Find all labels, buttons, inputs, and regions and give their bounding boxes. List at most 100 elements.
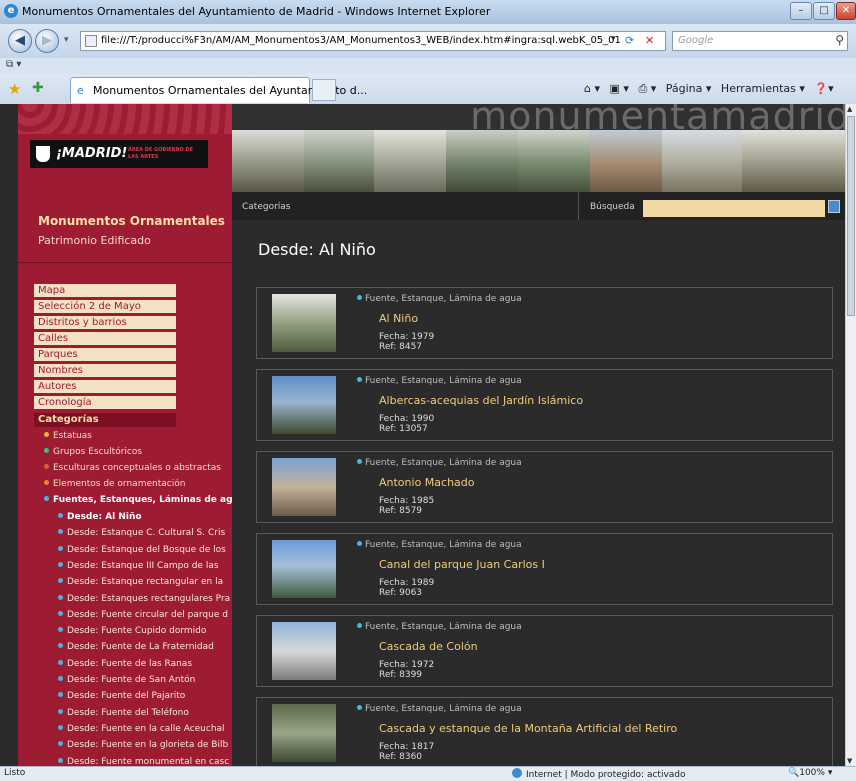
back-button[interactable]: ◀ (8, 29, 32, 53)
result-title[interactable]: Albercas-acequias del Jardín Islámico (379, 394, 583, 407)
desde-bullet-icon (58, 529, 63, 535)
menu-item-categorias[interactable]: Categorías (34, 413, 176, 427)
result-card[interactable]: Fuente, Estanque, Lámina de agua Albercas… (256, 369, 833, 441)
desde-item[interactable]: Desde: Fuente circular del parque d (58, 610, 228, 620)
result-card[interactable]: Fuente, Estanque, Lámina de agua Canal de… (256, 533, 833, 605)
history-dropdown-icon[interactable]: ▾ (64, 35, 69, 45)
menu-item-seleccion[interactable]: Selección 2 de Mayo (34, 300, 176, 314)
category-item[interactable]: Fuentes, Estanques, Láminas de agua (44, 495, 232, 505)
result-title[interactable]: Cascada de Colón (379, 640, 478, 653)
banner-photo-3 (374, 130, 446, 192)
security-zone[interactable]: Internet | Modo protegido: activado (512, 768, 686, 780)
category-search-bar: Categorías Búsqueda (232, 192, 845, 220)
result-thumbnail[interactable] (272, 294, 336, 352)
forward-button[interactable]: ▶ (35, 29, 59, 53)
desde-label: Desde: Al Niño (67, 512, 142, 522)
address-bar[interactable]: file:///T:/producci%F3n/AM/AM_Monumentos… (80, 31, 666, 51)
search-input[interactable]: Google ⚲ (672, 31, 848, 51)
page-icon (85, 35, 97, 47)
desde-item[interactable]: Desde: Estanque rectangular en la (58, 577, 223, 587)
address-url: file:///T:/producci%F3n/AM/AM_Monumentos… (101, 35, 621, 46)
sidebar-title[interactable]: Monumentos Ornamentales (38, 214, 225, 228)
desde-label: Desde: Fuente monumental en casc (67, 756, 230, 767)
add-favorite-icon[interactable]: ✚ (32, 80, 44, 96)
desde-item[interactable]: Desde: Fuente de San Antón (58, 675, 195, 685)
desde-item[interactable]: Desde: Estanques rectangulares Pra (58, 594, 230, 604)
home-icon[interactable]: ⌂ ▾ (584, 82, 600, 95)
menu-item-distritos[interactable]: Distritos y barrios (34, 316, 176, 330)
refresh-icon[interactable]: ⟳ (625, 34, 634, 47)
scrollbar-thumb[interactable] (847, 116, 855, 316)
category-item[interactable]: Esculturas conceptuales o abstractas (44, 463, 221, 473)
desde-bullet-icon (58, 545, 63, 551)
category-item[interactable]: Grupos Escultóricos (44, 447, 142, 457)
category-dot-icon (357, 377, 362, 382)
desde-item[interactable]: Desde: Estanque III Campo de las (58, 561, 219, 571)
desde-item[interactable]: Desde: Fuente Cupido dormido (58, 626, 206, 636)
menu-item-calles[interactable]: Calles (34, 332, 176, 346)
result-date: Fecha: 1989 (379, 578, 435, 588)
result-thumbnail[interactable] (272, 704, 336, 762)
desde-item[interactable]: Desde: Fuente del Teléfono (58, 708, 189, 718)
menu-item-nombres[interactable]: Nombres (34, 364, 176, 378)
zoom-level[interactable]: 🔍100% ▾ (788, 768, 832, 778)
result-title[interactable]: Antonio Machado (379, 476, 475, 489)
minimize-button[interactable]: – (790, 2, 812, 20)
result-card[interactable]: Fuente, Estanque, Lámina de agua Al Niño F… (256, 287, 833, 359)
tab-monumentos[interactable]: e Monumentos Ornamentales del Ayuntamien… (70, 77, 367, 103)
result-title[interactable]: Cascada y estanque de la Montaña Artific… (379, 722, 677, 735)
result-thumbnail[interactable] (272, 622, 336, 680)
madrid-logo[interactable]: ¡MADRID! ÁREA DE GOBIERNO DE LAS ARTES (30, 140, 208, 168)
menu-item-autores[interactable]: Autores (34, 380, 176, 394)
print-icon[interactable]: ⎙ ▾ (638, 82, 656, 95)
navigation-bar: ◀ ▶ ▾ file:///T:/producci%F3n/AM/AM_Monu… (0, 24, 856, 58)
category-bullet-icon (44, 448, 49, 453)
sidebar-subtitle[interactable]: Patrimonio Edificado (38, 234, 151, 247)
scroll-up-icon[interactable]: ▲ (847, 105, 852, 113)
favorites-star-icon[interactable]: ★ (8, 80, 21, 98)
page-scrollbar[interactable]: ▲ ▼ (845, 104, 856, 766)
tab-categorias[interactable]: Categorías (232, 192, 579, 220)
result-title[interactable]: Canal del parque Juan Carlos I (379, 558, 545, 571)
result-card[interactable]: Fuente, Estanque, Lámina de agua Cascada … (256, 615, 833, 687)
maximize-button[interactable]: □ (813, 2, 835, 20)
close-button[interactable]: ✕ (836, 2, 856, 20)
desde-item[interactable]: Desde: Fuente del Pajarito (58, 691, 185, 701)
page-menu[interactable]: Página ▾ (666, 82, 712, 95)
menu-item-mapa[interactable]: Mapa (34, 284, 176, 298)
result-thumbnail[interactable] (272, 540, 336, 598)
desde-item[interactable]: Desde: Fuente en la calle Aceuchal (58, 724, 225, 734)
category-item[interactable]: Estatuas (44, 431, 92, 441)
result-thumbnail[interactable] (272, 458, 336, 516)
desde-item[interactable]: Desde: Fuente monumental en casc (58, 756, 230, 767)
desde-label: Desde: Estanque del Bosque de los (67, 544, 226, 555)
new-tab-button[interactable] (312, 79, 336, 101)
menu-item-cronologia[interactable]: Cronología (34, 396, 176, 410)
desde-item[interactable]: Desde: Fuente de La Fraternidad (58, 642, 214, 652)
desde-item[interactable]: Desde: Estanque del Bosque de los (58, 545, 226, 555)
result-date: Fecha: 1985 (379, 496, 435, 506)
desde-item[interactable]: Desde: Estanque C. Cultural S. Cris (58, 528, 225, 538)
menu-item-parques[interactable]: Parques (34, 348, 176, 362)
feeds-icon[interactable]: ▣ ▾ (610, 82, 629, 95)
stop-icon[interactable]: ✕ (645, 34, 654, 47)
status-text: Listo (4, 768, 26, 778)
search-field[interactable] (643, 200, 825, 217)
result-card[interactable]: Fuente, Estanque, Lámina de agua Antonio … (256, 451, 833, 523)
desde-item[interactable]: Desde: Fuente en la glorieta de Bilb (58, 740, 228, 750)
search-button-icon[interactable] (828, 200, 840, 213)
desde-item[interactable]: Desde: Al Niño (58, 512, 142, 522)
search-icon[interactable]: ⚲ (835, 33, 844, 47)
desde-item[interactable]: Desde: Fuente de las Ranas (58, 659, 192, 669)
help-icon[interactable]: ❓▾ (814, 82, 833, 95)
result-thumbnail[interactable] (272, 376, 336, 434)
address-dropdown-icon[interactable]: ▾ (611, 34, 616, 44)
scroll-down-icon[interactable]: ▼ (847, 757, 852, 765)
links-icon[interactable]: ⧉ ▾ (6, 59, 21, 70)
banner-photo-4 (446, 130, 518, 192)
tools-menu[interactable]: Herramientas ▾ (721, 82, 805, 95)
result-card[interactable]: Fuente, Estanque, Lámina de agua Cascada … (256, 697, 833, 766)
result-title[interactable]: Al Niño (379, 312, 418, 325)
category-item[interactable]: Elementos de ornamentación (44, 479, 185, 489)
desde-bullet-icon (58, 643, 63, 649)
